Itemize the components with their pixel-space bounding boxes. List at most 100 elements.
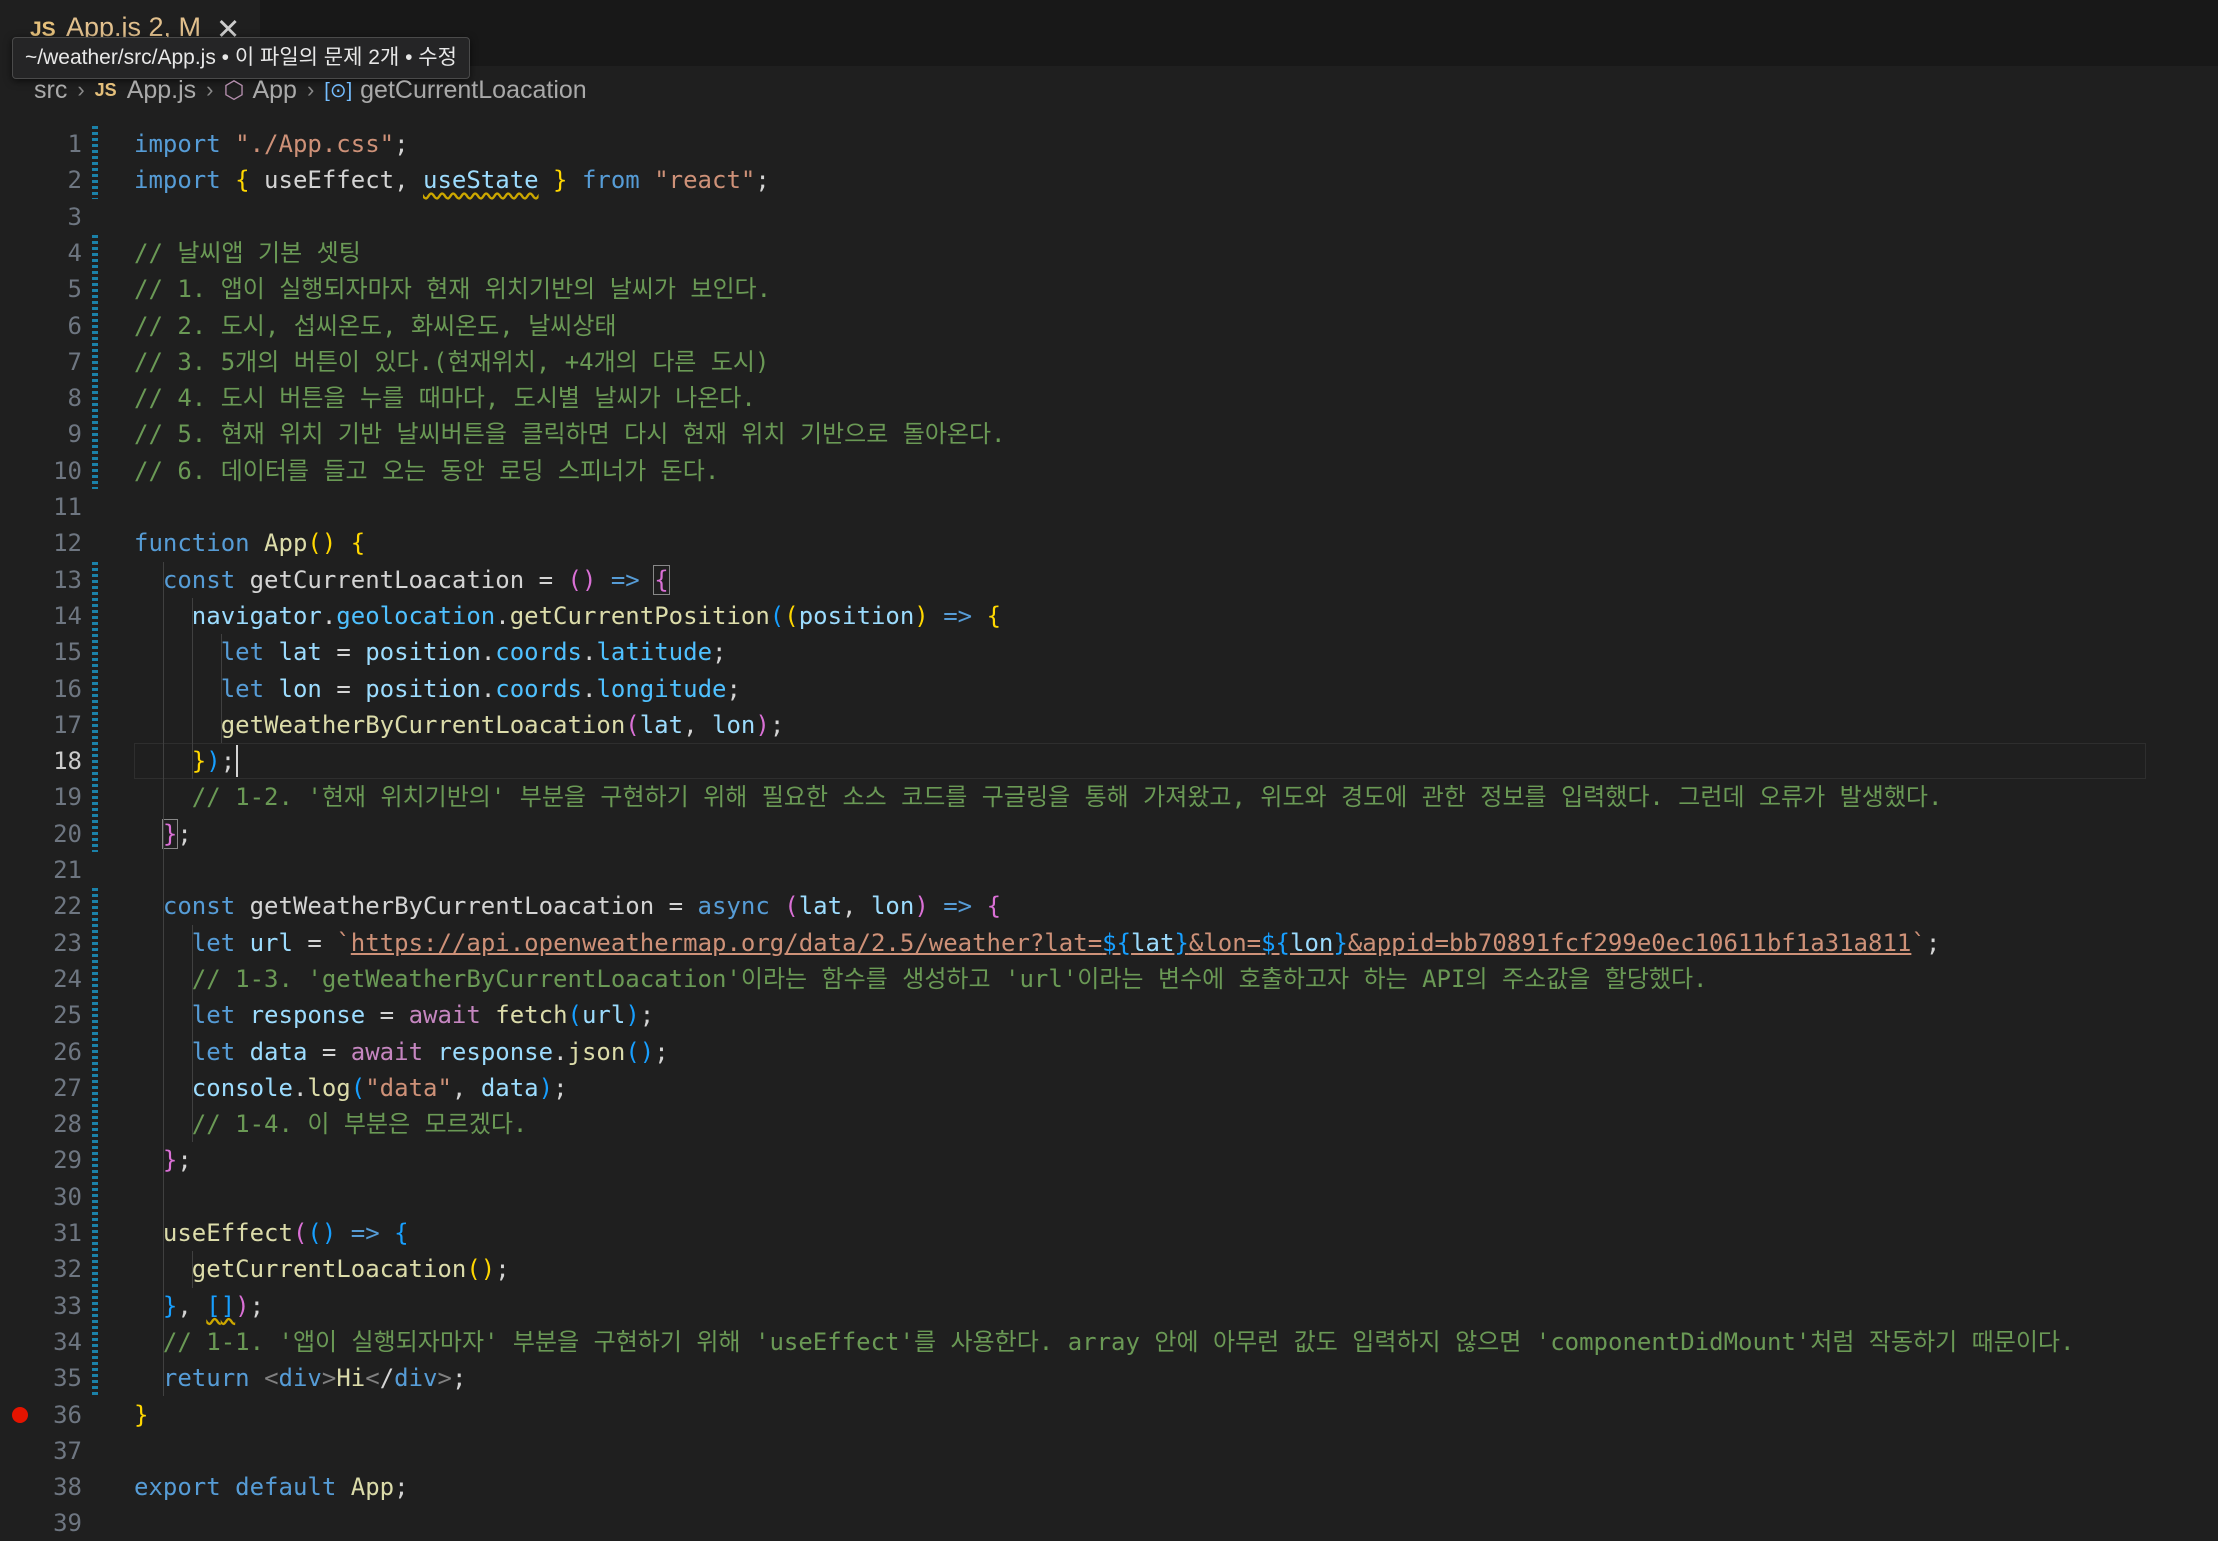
indent-guide [192, 597, 193, 780]
git-modified-bar[interactable] [92, 234, 98, 489]
current-line-highlight [134, 743, 2146, 780]
code-text: navigator.geolocation.getCurrentPosition… [191, 601, 1002, 630]
code-line[interactable]: 37 [0, 1433, 2218, 1469]
code-text: export default App; [134, 1473, 409, 1502]
line-number: 2 [67, 166, 82, 195]
code-line[interactable]: 30 [0, 1179, 2218, 1215]
code-text: let lon = position.coords.longitude; [220, 674, 741, 703]
line-number: 21 [53, 856, 82, 884]
indent-guide [221, 634, 222, 744]
code-line[interactable]: 27 console.log("data", data); [0, 1070, 2218, 1106]
breadcrumb: src › JS App.js › ⬡ App › [⊙] getCurrent… [34, 70, 587, 110]
code-line[interactable]: 13 const getCurrentLoacation = () => { [0, 562, 2218, 598]
code-text: import { useEffect, useState } from "rea… [134, 166, 770, 195]
line-number: 6 [67, 311, 82, 340]
code-text: let response = await fetch(url); [191, 1001, 655, 1030]
code-line[interactable]: 26 let data = await response.json(); [0, 1034, 2218, 1070]
code-line[interactable]: 20 }; [0, 816, 2218, 852]
git-modified-bar[interactable] [92, 126, 98, 199]
line-number: 31 [53, 1219, 82, 1247]
line-number: 37 [53, 1436, 82, 1465]
breadcrumb-item-function[interactable]: App [252, 76, 296, 105]
code-line[interactable]: 29 }; [0, 1142, 2218, 1178]
indent-guide [192, 924, 193, 1143]
code-text: // 1-4. 이 부분은 모르겠다. [191, 1110, 528, 1139]
line-number: 17 [53, 710, 82, 739]
line-number: 20 [53, 819, 82, 848]
line-number: 9 [67, 420, 82, 449]
code-line[interactable]: 11 [0, 489, 2218, 525]
code-line[interactable]: 35 return <div>Hi</div>; [0, 1360, 2218, 1396]
code-line[interactable]: 9 // 5. 현재 위치 기반 날씨버튼을 클릭하면 다시 현재 위치 기반으로… [0, 416, 2218, 452]
line-number: 22 [53, 892, 82, 921]
git-modified-bar[interactable] [92, 561, 98, 852]
breadcrumb-item-src[interactable]: src [34, 76, 67, 105]
code-line[interactable]: 7 // 3. 5개의 버튼이 있다.(현재위치, +4개의 다른 도시) [0, 344, 2218, 380]
code-line[interactable]: 33 }, []); [0, 1288, 2218, 1324]
indent-guide [163, 561, 164, 1397]
code-text: // 2. 도시, 섭씨온도, 화씨온도, 날씨상태 [134, 311, 617, 340]
code-line[interactable]: 19 // 1-2. '현재 위치기반의' 부분을 구현하기 위해 필요한 소스… [0, 779, 2218, 815]
code-line[interactable]: 36} [0, 1397, 2218, 1433]
code-line[interactable]: 38 export default App; [0, 1469, 2218, 1505]
code-text: let url = `https://api.openweathermap.or… [191, 928, 1941, 957]
code-line[interactable]: 16 let lon = position.coords.longitude; [0, 671, 2218, 707]
code-line[interactable]: 28 // 1-4. 이 부분은 모르겠다. [0, 1106, 2218, 1142]
code-text: // 4. 도시 버튼을 누를 때마다, 도시별 날씨가 나온다. [134, 384, 756, 413]
git-modified-bar[interactable] [92, 888, 98, 1397]
line-number: 26 [53, 1037, 82, 1066]
code-line[interactable]: 15 let lat = position.coords.latitude; [0, 634, 2218, 670]
code-text: function App() { [134, 529, 366, 558]
line-number: 39 [53, 1509, 82, 1538]
js-file-icon: JS [94, 79, 117, 100]
line-number: 28 [53, 1110, 82, 1139]
code-text: let data = await response.json(); [191, 1037, 669, 1066]
code-line[interactable]: 17 getWeatherByCurrentLoacation(lat, lon… [0, 707, 2218, 743]
code-line[interactable]: 4 // 날씨앱 기본 셋팅 [0, 235, 2218, 271]
code-line[interactable]: 25 let response = await fetch(url); [0, 997, 2218, 1033]
code-line[interactable]: 12 function App() { [0, 525, 2218, 561]
code-line[interactable]: 2 import { useEffect, useState } from "re… [0, 162, 2218, 198]
line-number: 27 [53, 1073, 82, 1102]
code-line[interactable]: 32 getCurrentLoacation(); [0, 1251, 2218, 1287]
code-text: }, []); [162, 1291, 265, 1320]
code-line[interactable]: 34 // 1-1. '앱이 실행되자마자' 부분을 구현하기 위해 'useE… [0, 1324, 2218, 1360]
text-cursor [236, 745, 239, 778]
line-number: 4 [67, 238, 82, 267]
breakpoint-icon[interactable] [12, 1406, 28, 1423]
code-line[interactable]: 39 [0, 1505, 2218, 1541]
breadcrumb-item-symbol[interactable]: getCurrentLoacation [360, 76, 587, 105]
code-line[interactable]: 5 // 1. 앱이 실행되자마자 현재 위치기반의 날씨가 보인다. [0, 271, 2218, 307]
line-number: 35 [53, 1364, 82, 1393]
code-line[interactable]: 8 // 4. 도시 버튼을 누를 때마다, 도시별 날씨가 나온다. [0, 380, 2218, 416]
code-line[interactable]: 18 }); [0, 743, 2218, 780]
code-line[interactable]: 14 navigator.geolocation.getCurrentPosit… [0, 598, 2218, 634]
code-line[interactable]: 10 // 6. 데이터를 들고 오는 동안 로딩 스피너가 돈다. [0, 453, 2218, 489]
code-text: getCurrentLoacation(); [191, 1255, 510, 1284]
line-number: 19 [53, 783, 82, 812]
line-number: 29 [53, 1146, 82, 1175]
line-number: 34 [53, 1327, 82, 1356]
line-number: 1 [67, 130, 82, 158]
code-text: let lat = position.coords.latitude; [220, 638, 727, 667]
code-line[interactable]: 1 import "./App.css"; [0, 126, 2218, 162]
code-text: // 1-1. '앱이 실행되자마자' 부분을 구현하기 위해 'useEffe… [162, 1327, 2075, 1356]
chevron-right-icon: › [206, 77, 214, 102]
code-line[interactable]: 21 [0, 852, 2218, 888]
code-line[interactable]: 3 [0, 199, 2218, 235]
line-number: 7 [67, 347, 82, 376]
code-line[interactable]: 22 const getWeatherByCurrentLoacation = … [0, 888, 2218, 924]
breadcrumb-item-file[interactable]: App.js [127, 76, 196, 105]
chevron-right-icon: › [306, 77, 315, 102]
code-line[interactable]: 6 // 2. 도시, 섭씨온도, 화씨온도, 날씨상태 [0, 308, 2218, 344]
code-text: // 1-3. 'getWeatherByCurrentLoacation'이라… [191, 964, 1708, 993]
line-number: 3 [67, 202, 82, 231]
code-line[interactable]: 23 let url = `https://api.openweathermap… [0, 925, 2218, 961]
code-editor[interactable]: 1 import "./App.css"; 2 import { useEffect,… [0, 110, 2218, 1537]
code-text: // 1. 앱이 실행되자마자 현재 위치기반의 날씨가 보인다. [134, 275, 772, 304]
code-line[interactable]: 31 useEffect(() => { [0, 1215, 2218, 1251]
code-line[interactable]: 24 // 1-3. 'getWeatherByCurrentLoacation… [0, 961, 2218, 997]
line-number: 5 [67, 275, 82, 304]
code-text: // 6. 데이터를 들고 오는 동안 로딩 스피너가 돈다. [134, 456, 720, 485]
code-text: // 5. 현재 위치 기반 날씨버튼을 클릭하면 다시 현재 위치 기반으로 … [134, 420, 1006, 449]
